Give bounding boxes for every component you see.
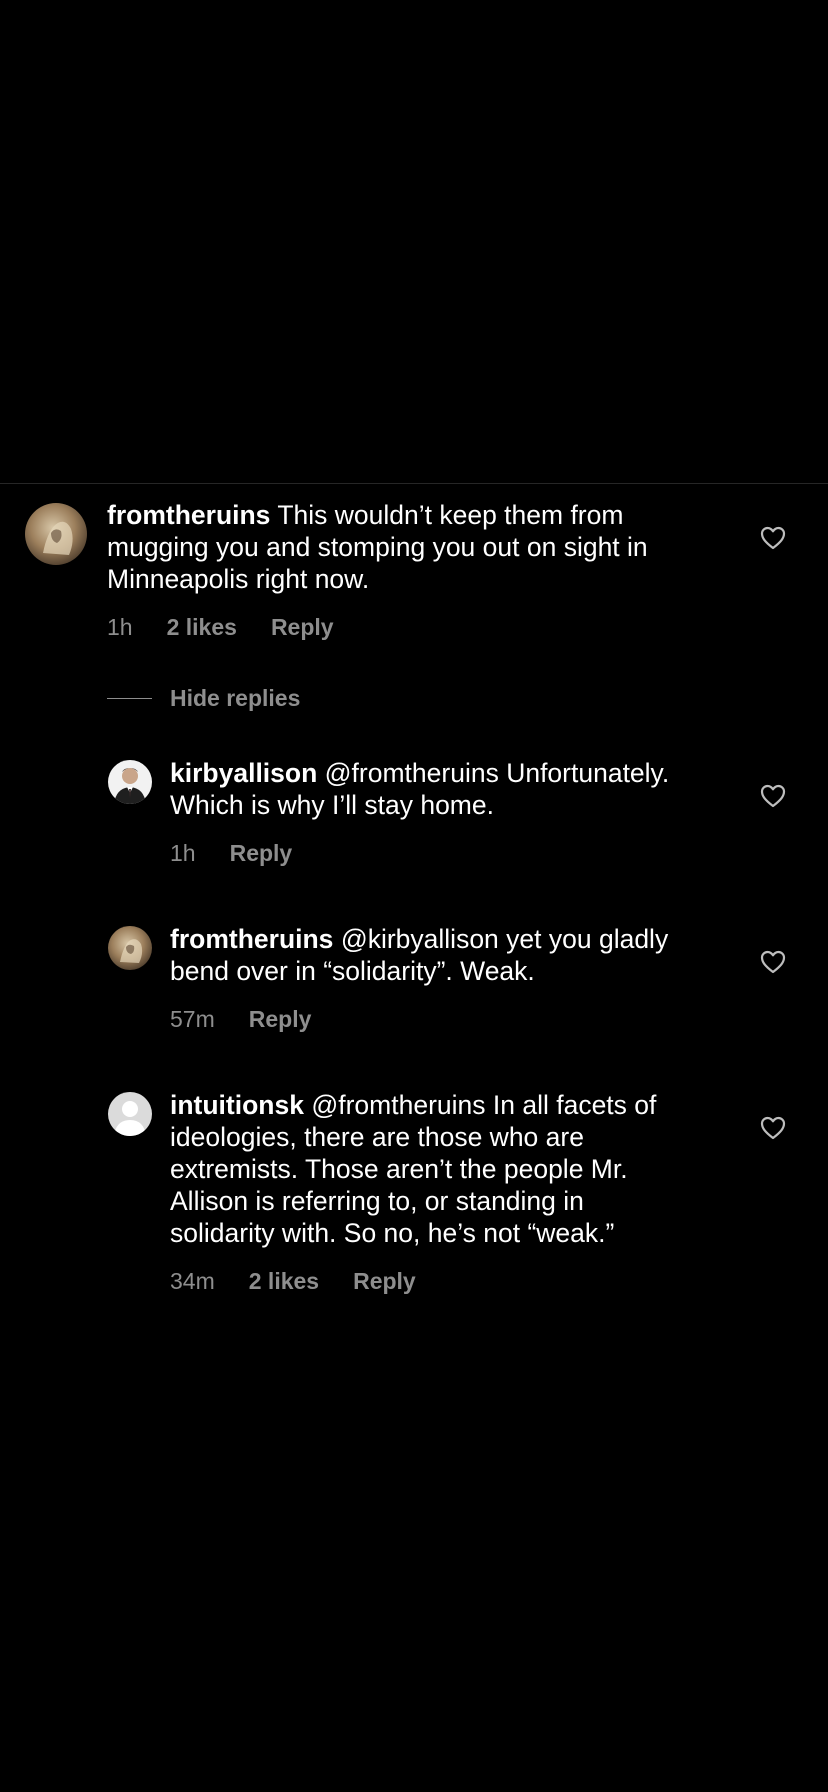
reply-button[interactable]: Reply [230, 839, 293, 867]
reply-text: @fromtheruins Unfortunately. [324, 758, 670, 788]
reply-text: @fromtheruins In all facets of [311, 1090, 657, 1120]
reply-time: 34m [170, 1268, 215, 1294]
comment-text: This wouldn’t keep them from [277, 500, 624, 530]
comment-likes[interactable]: 2 likes [167, 613, 237, 641]
hide-replies-button[interactable]: Hide replies [107, 685, 300, 712]
heart-icon[interactable] [760, 526, 786, 550]
hide-replies-line [107, 697, 152, 700]
marble-statue-avatar-icon [25, 503, 87, 565]
comment-text-line: mugging you and stomping you out on sigh… [107, 532, 648, 562]
man-in-suit-avatar-icon [108, 760, 152, 804]
hide-replies-label: Hide replies [170, 685, 301, 711]
reply-button[interactable]: Reply [249, 1005, 312, 1033]
comment-text-line: Minneapolis right now. [107, 564, 370, 594]
reply-likes[interactable]: 2 likes [249, 1267, 319, 1295]
default-avatar-icon [108, 1092, 152, 1136]
avatar[interactable] [25, 503, 87, 565]
reply-username[interactable]: fromtheruins [170, 924, 333, 954]
reply-username[interactable]: intuitionsk [170, 1090, 304, 1120]
avatar[interactable] [108, 1092, 152, 1136]
reply-username[interactable]: kirbyallison [170, 758, 317, 788]
reply-button[interactable]: Reply [353, 1267, 416, 1295]
heart-icon[interactable] [760, 950, 786, 974]
reply-time: 1h [170, 840, 196, 866]
avatar[interactable] [108, 926, 152, 970]
reply-text: @kirbyallison yet you gladly [340, 924, 669, 954]
reply-time: 57m [170, 1006, 215, 1032]
empty-top-area [0, 0, 828, 483]
section-divider [0, 483, 828, 484]
reply-text-line: Which is why I’ll stay home. [170, 790, 494, 820]
reply-text-line: Allison is referring to, or standing in [170, 1186, 584, 1216]
reply-button[interactable]: Reply [271, 613, 334, 641]
heart-icon[interactable] [760, 784, 786, 808]
comment-username[interactable]: fromtheruins [107, 500, 270, 530]
reply-text-line: ideologies, there are those who are [170, 1122, 584, 1152]
reply-text-line: bend over in “solidarity”. Weak. [170, 956, 535, 986]
reply-text-line: extremists. Those aren’t the people Mr. [170, 1154, 628, 1184]
avatar[interactable] [108, 760, 152, 804]
marble-statue-avatar-icon [108, 926, 152, 970]
comment-time: 1h [107, 614, 133, 640]
reply-text-line: solidarity with. So no, he’s not “weak.” [170, 1218, 615, 1248]
heart-icon[interactable] [760, 1116, 786, 1140]
